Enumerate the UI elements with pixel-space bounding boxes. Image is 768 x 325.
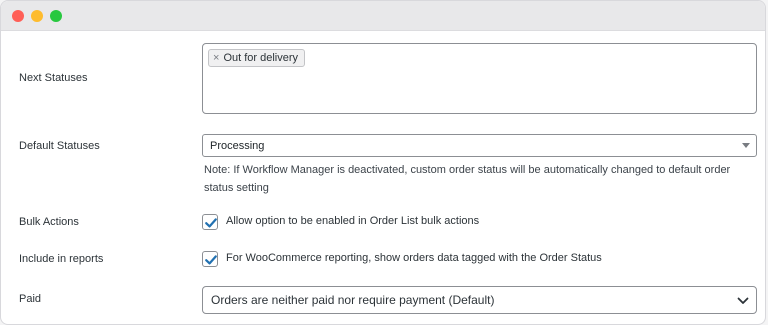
caret-down-icon xyxy=(742,143,750,148)
default-statuses-value: Processing xyxy=(210,139,265,152)
app-window: Next Statuses × Out for delivery Default… xyxy=(0,0,766,325)
checkmark-icon xyxy=(205,218,217,228)
bulk-actions-label: Bulk Actions xyxy=(19,216,79,228)
checkmark-icon xyxy=(205,255,217,265)
next-statuses-multiselect[interactable]: × Out for delivery xyxy=(202,43,757,114)
paid-value: Orders are neither paid nor require paym… xyxy=(211,293,495,307)
include-in-reports-text: For WooCommerce reporting, show orders d… xyxy=(226,252,602,264)
maximize-window-button[interactable] xyxy=(50,10,62,22)
close-window-button[interactable] xyxy=(12,10,24,22)
default-statuses-note: Note: If Workflow Manager is deactivated… xyxy=(204,164,731,194)
include-in-reports-label: Include in reports xyxy=(19,253,104,265)
minimize-window-button[interactable] xyxy=(31,10,43,22)
include-in-reports-checkbox[interactable] xyxy=(202,251,218,267)
chevron-down-icon xyxy=(737,297,749,304)
bulk-actions-text: Allow option to be enabled in Order List… xyxy=(226,215,480,227)
bulk-actions-checkbox[interactable] xyxy=(202,214,218,230)
paid-select[interactable]: Orders are neither paid nor require paym… xyxy=(202,286,757,314)
status-tag-label: Out for delivery xyxy=(223,52,299,64)
title-bar xyxy=(1,1,765,31)
paid-label: Paid xyxy=(19,293,42,305)
status-tag: × Out for delivery xyxy=(208,49,306,67)
remove-tag-icon[interactable]: × xyxy=(213,52,219,64)
next-statuses-label: Next Statuses xyxy=(19,72,88,84)
default-statuses-label: Default Statuses xyxy=(19,140,100,152)
default-statuses-select[interactable]: Processing xyxy=(202,134,757,157)
